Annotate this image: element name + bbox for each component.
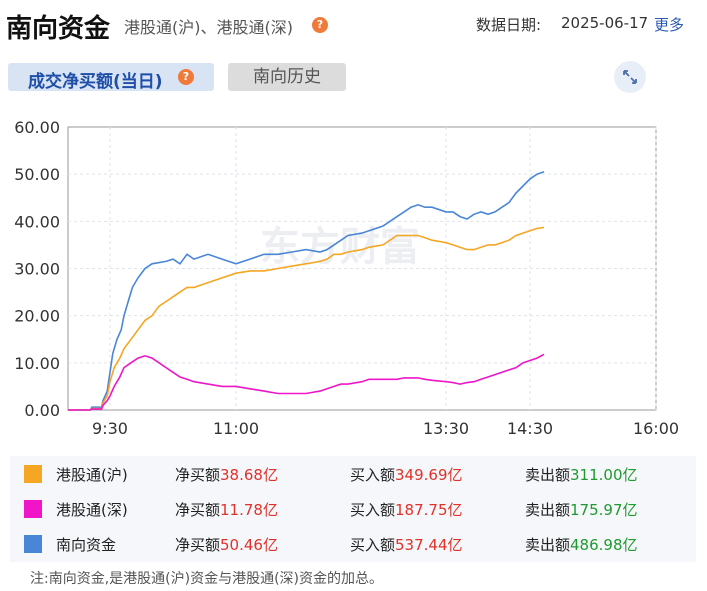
buy-cell: 买入额349.69亿 xyxy=(350,466,463,484)
chart-grid xyxy=(67,126,657,411)
series-line xyxy=(68,171,545,411)
tab-history[interactable]: 南向历史 xyxy=(228,63,346,91)
net-buy-cell: 净买额11.78亿 xyxy=(175,501,278,519)
net-buy-chart: 东方财富 60.0050.0040.0030.0020.0010.000.00 … xyxy=(14,118,679,438)
more-link[interactable]: 更多 xyxy=(654,14,684,35)
legend-row-total: 南向资金 净买额50.46亿 买入额537.44亿 卖出额486.98亿 xyxy=(10,526,696,561)
legend-table: 港股通(沪) 净买额38.68亿 买入额349.69亿 卖出额311.00亿 港… xyxy=(10,456,696,562)
y-tick-label: 30.00 xyxy=(14,260,60,279)
legend-name: 港股通(沪) xyxy=(56,466,128,484)
y-tick-label: 60.00 xyxy=(14,118,60,137)
sell-cell: 卖出额175.97亿 xyxy=(525,501,638,519)
header: 南向资金 港股通(沪)、港股通(深) ? 数据日期: 2025-06-17 更多 xyxy=(0,0,707,48)
page-subtitle: 港股通(沪)、港股通(深) xyxy=(124,18,293,37)
y-tick-label: 50.00 xyxy=(14,165,60,184)
expand-arrows-icon xyxy=(623,70,637,84)
y-tick-label: 20.00 xyxy=(14,307,60,326)
chart-series xyxy=(68,171,545,411)
x-tick-label: 9:30 xyxy=(92,419,128,438)
buy-cell: 买入额187.75亿 xyxy=(350,501,463,519)
legend-row-sz: 港股通(深) 净买额11.78亿 买入额187.75亿 卖出额175.97亿 xyxy=(10,491,696,526)
y-axis: 60.00 50.00 40.00 30.00 20.00 10.00 0.00 xyxy=(14,118,60,420)
x-axis: 9:30 11:00 13:30 14:30 16:00 xyxy=(92,419,679,438)
legend-swatch xyxy=(24,500,42,518)
x-tick-label: 13:30 xyxy=(423,419,469,438)
legend-name: 南向资金 xyxy=(56,536,117,554)
x-tick-label: 11:00 xyxy=(213,419,259,438)
sell-cell: 卖出额311.00亿 xyxy=(525,466,638,484)
legend-swatch xyxy=(24,465,42,483)
x-tick-label: 16:00 xyxy=(633,419,679,438)
net-buy-cell: 净买额38.68亿 xyxy=(175,466,278,484)
legend-name: 港股通(深) xyxy=(56,501,128,519)
watermark: 东方财富 xyxy=(260,224,420,270)
legend-row-sh: 港股通(沪) 净买额38.68亿 买入额349.69亿 卖出额311.00亿 xyxy=(10,456,696,491)
date-label: 数据日期: xyxy=(476,16,542,34)
date-value: 2025-06-17 xyxy=(561,14,649,32)
help-icon[interactable]: ? xyxy=(312,17,328,33)
y-tick-label: 40.00 xyxy=(14,212,60,231)
buy-cell: 买入额537.44亿 xyxy=(350,536,463,554)
page-title: 南向资金 xyxy=(6,14,111,44)
help-icon[interactable]: ? xyxy=(178,69,194,85)
tab-net-buy-today-label: 成交净买额(当日) xyxy=(28,72,163,92)
y-tick-label: 0.00 xyxy=(24,401,60,420)
tab-net-buy-today[interactable]: 成交净买额(当日) ? xyxy=(8,63,214,92)
net-buy-cell: 净买额50.46亿 xyxy=(175,536,278,554)
x-tick-label: 14:30 xyxy=(507,419,553,438)
footnote: 注:南向资金,是港股通(沪)资金与港股通(深)资金的加总。 xyxy=(30,571,384,587)
sell-cell: 卖出额486.98亿 xyxy=(525,536,638,554)
legend-swatch xyxy=(24,535,42,553)
expand-button[interactable] xyxy=(614,61,646,93)
y-tick-label: 10.00 xyxy=(14,354,60,373)
